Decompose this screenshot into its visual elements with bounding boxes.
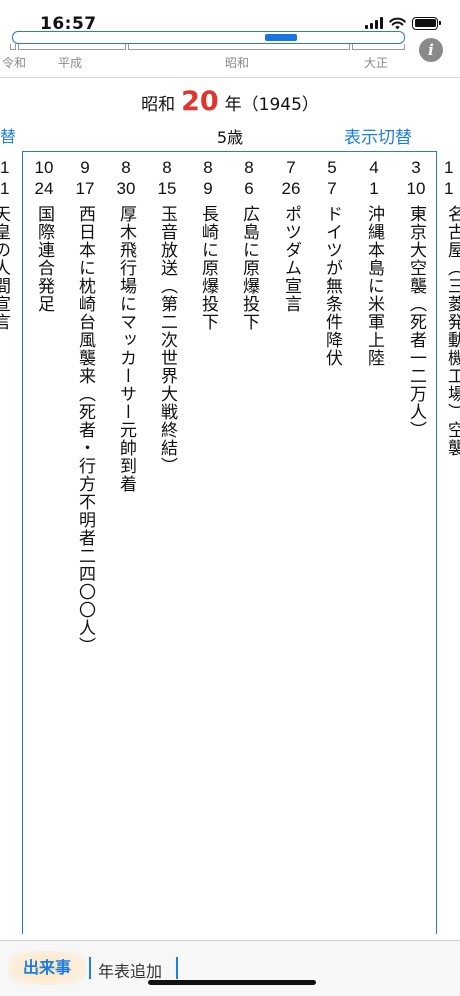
event-column-previous-peek[interactable]: 1 1 天皇の人間宣言 xyxy=(0,157,20,331)
era-segment-heisei xyxy=(18,44,126,50)
tab-separator xyxy=(176,957,178,979)
event-day: 24 xyxy=(34,179,54,198)
event-month: 1 xyxy=(444,158,454,177)
event-month: 7 xyxy=(286,158,296,177)
event-text: 天皇の人間宣言 xyxy=(0,205,10,331)
event-text: ポツダム宣言 xyxy=(281,205,301,313)
home-indicator xyxy=(148,980,316,985)
slider-thumb[interactable] xyxy=(265,34,297,41)
tab-events[interactable]: 出来事 xyxy=(8,951,86,985)
event-text: 広島に原爆投下 xyxy=(239,205,259,331)
event-day: 1 xyxy=(0,179,10,198)
event-day: 1 xyxy=(444,179,454,198)
event-day: 1 xyxy=(369,179,379,198)
era-year-number: 20 xyxy=(181,86,219,117)
era-label-reiwa: 令和 xyxy=(2,56,27,70)
event-day: 10 xyxy=(406,179,426,198)
event-month: 5 xyxy=(327,158,337,177)
event-day: 7 xyxy=(327,179,337,198)
era-label-taisho: 大正 xyxy=(364,56,389,70)
event-day: 6 xyxy=(244,179,254,198)
tab-separator xyxy=(89,957,91,979)
era-segment-taisho xyxy=(352,44,405,50)
event-month: 8 xyxy=(121,158,131,177)
event-column[interactable]: 5 7 ドイツが無条件降伏 xyxy=(312,157,352,367)
era-segment-showa xyxy=(128,44,350,50)
event-month: 9 xyxy=(80,158,90,177)
previous-page-toggle-peek: 替 xyxy=(0,127,17,146)
bottom-tab-bar: 出来事 年表追加 xyxy=(0,940,460,996)
event-text: ドイツが無条件降伏 xyxy=(322,205,342,367)
event-month: 4 xyxy=(369,158,379,177)
event-text: 西日本に枕崎台風襲来（死者・行方不明者二四〇〇人） xyxy=(75,205,95,655)
western-year: （1945） xyxy=(241,95,319,115)
event-column[interactable]: 10 24 国際連合発足 xyxy=(24,157,64,313)
event-month: 8 xyxy=(203,158,213,177)
tab-add-timeline[interactable]: 年表追加 xyxy=(98,958,162,982)
event-day: 17 xyxy=(75,179,95,198)
event-day: 9 xyxy=(203,179,213,198)
era-label-heisei: 平成 xyxy=(58,56,83,70)
year-suffix: 年 xyxy=(224,95,242,115)
battery-icon xyxy=(412,16,441,30)
event-month: 3 xyxy=(411,158,421,177)
event-month: 1 xyxy=(0,158,10,177)
event-day: 30 xyxy=(116,179,136,198)
event-column[interactable]: 8 15 玉音放送（第二次世界大戦終結） xyxy=(147,157,187,475)
header-divider xyxy=(0,77,460,78)
era-timeline-slider[interactable] xyxy=(12,31,405,44)
display-toggle-button[interactable]: 表示切替 xyxy=(344,123,412,148)
event-column-next-peek[interactable]: 1 1 名古屋（三菱発動機工場）空襲 xyxy=(444,157,460,457)
status-icons xyxy=(365,15,441,31)
era-label-showa: 昭和 xyxy=(225,56,250,70)
info-icon[interactable]: i xyxy=(419,38,443,62)
event-text: 沖縄本島に米軍上陸 xyxy=(364,205,384,367)
event-month: 8 xyxy=(244,158,254,177)
event-column[interactable]: 4 1 沖縄本島に米軍上陸 xyxy=(354,157,394,367)
wifi-icon xyxy=(389,17,406,29)
event-text: 東京大空襲（死者一二万人） xyxy=(406,205,426,439)
status-bar: 16:57 xyxy=(0,0,460,34)
event-column[interactable]: 8 9 長崎に原爆投下 xyxy=(188,157,228,331)
cellular-signal-icon xyxy=(365,17,383,29)
era-name: 昭和 xyxy=(141,95,176,115)
year-heading: 昭和 20 年（1945） xyxy=(0,86,460,117)
event-month: 10 xyxy=(34,158,54,177)
event-text: 厚木飛行場にマッカーサー元帥到着 xyxy=(116,205,136,493)
event-text: 長崎に原爆投下 xyxy=(198,205,218,331)
event-column[interactable]: 9 17 西日本に枕崎台風襲来（死者・行方不明者二四〇〇人） xyxy=(65,157,105,655)
event-day: 26 xyxy=(281,179,301,198)
era-segment-reiwa xyxy=(10,44,16,50)
event-column[interactable]: 8 6 広島に原爆投下 xyxy=(229,157,269,331)
event-column[interactable]: 7 26 ポツダム宣言 xyxy=(271,157,311,313)
event-column[interactable]: 8 30 厚木飛行場にマッカーサー元帥到着 xyxy=(106,157,146,493)
event-day: 15 xyxy=(157,179,177,198)
event-month: 8 xyxy=(162,158,172,177)
event-text: 玉音放送（第二次世界大戦終結） xyxy=(157,205,177,475)
event-column[interactable]: 3 10 東京大空襲（死者一二万人） xyxy=(396,157,436,439)
event-text: 名古屋（三菱発動機工場）空襲 xyxy=(444,205,460,457)
event-text: 国際連合発足 xyxy=(34,205,54,313)
